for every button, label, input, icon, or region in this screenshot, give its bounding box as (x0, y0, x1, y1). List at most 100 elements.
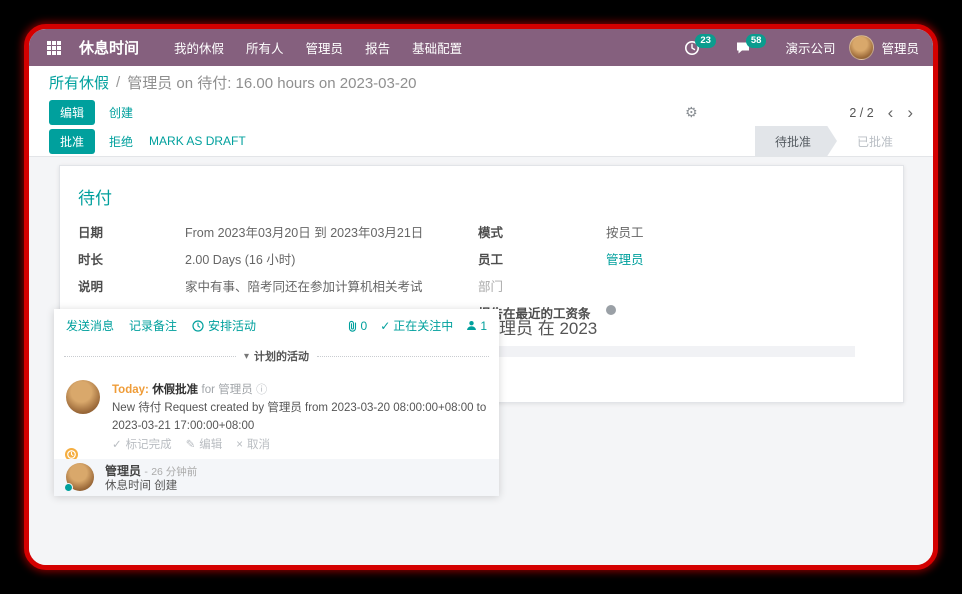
chatter-panel: 发送消息 记录备注 安排活动 0 ✓ (54, 309, 499, 496)
pager-next-icon[interactable]: › (907, 104, 913, 121)
followers-button[interactable]: 1 (466, 319, 487, 333)
cross-icon: × (236, 437, 243, 455)
company-switcher[interactable]: 演示公司 (785, 38, 835, 57)
nav-menu: 我的休假 所有人 管理员 报告 基础配置 (165, 33, 471, 62)
message-count-badge: 58 (746, 34, 767, 48)
breadcrumb-separator: / (116, 74, 120, 91)
field-mode-label: 模式 (478, 222, 606, 241)
field-dates: 日期 From 2023年03月20日 到 2023年03月21日 (78, 222, 438, 241)
info-icon[interactable]: ⓘ (256, 384, 267, 396)
field-dates-value: From 2023年03月20日 到 2023年03月21日 (185, 222, 423, 241)
planned-activities-label: 计划的活动 (254, 348, 309, 364)
field-mode: 模式 按员工 (478, 222, 878, 241)
navbar-right: 23 58 演示公司 管理员 (684, 35, 919, 60)
check-icon: ✓ (112, 437, 122, 455)
content-area: 待付 日期 From 2023年03月20日 到 2023年03月21日 时长 … (29, 157, 933, 565)
activity-summary: New 待付 Request created by 管理员 from 2023-… (112, 400, 487, 436)
messages-button[interactable]: 58 (735, 40, 772, 55)
planned-activities-toggle[interactable]: ▾ 计划的活动 (236, 348, 317, 364)
statusbar: 批准 拒绝 MARK AS DRAFT 待批准 已批准 (29, 126, 933, 157)
field-employee-value[interactable]: 管理员 (606, 249, 644, 268)
schedule-activity-button[interactable]: 安排活动 (192, 317, 256, 334)
field-description-value: 家中有事、陪考同还在参加计算机相关考试 (185, 276, 423, 295)
background-heading: 管理员 在 2023 (482, 314, 597, 339)
mark-as-draft-button[interactable]: MARK AS DRAFT (149, 134, 246, 148)
following-label: 正在关注中 (393, 317, 453, 334)
nav-item-configuration[interactable]: 基础配置 (403, 33, 471, 62)
background-bar (482, 346, 855, 357)
paperclip-icon (347, 320, 358, 332)
pager-counter: 2 / 2 (849, 106, 873, 120)
app-title[interactable]: 休息时间 (79, 37, 139, 58)
apps-grid-icon[interactable] (47, 41, 61, 55)
following-button[interactable]: ✓ 正在关注中 (380, 317, 453, 334)
nav-item-my-leaves[interactable]: 我的休假 (165, 33, 233, 62)
activity-avatar-wrap (66, 380, 102, 455)
activity-item: Today: 休假批准 for 管理员 ⓘ New 待付 Request cre… (54, 364, 499, 455)
field-employee-label: 员工 (478, 249, 606, 268)
log-note-button[interactable]: 记录备注 (129, 317, 177, 334)
person-icon (466, 320, 477, 331)
breadcrumb-current: 管理员 on 待付: 16.00 hours on 2023-03-20 (127, 72, 416, 93)
follower-count: 1 (480, 319, 487, 333)
message-avatar-wrap (66, 463, 96, 492)
mark-done-button[interactable]: ✓ 标记完成 (112, 437, 172, 455)
activity-deadline: Today: (112, 384, 149, 396)
edit-activity-button[interactable]: ✎ 编辑 (186, 437, 223, 455)
clock-icon (192, 320, 204, 332)
field-description-label: 说明 (78, 276, 185, 295)
caret-down-icon: ▾ (244, 351, 249, 362)
nav-item-reports[interactable]: 报告 (356, 33, 399, 62)
message-body: 管理员 - 26 分钟前 休息时间 创建 (105, 463, 197, 492)
user-avatar (849, 35, 874, 60)
activity-avatar (66, 380, 100, 414)
status-stages: 待批准 已批准 (755, 126, 913, 157)
activity-for-label: for (202, 384, 215, 396)
control-row: 编辑 创建 ⚙ 2 / 2 ‹ › (29, 99, 933, 126)
pager-prev-icon[interactable]: ‹ (888, 104, 894, 121)
planned-activities-divider: ▾ 计划的活动 (64, 348, 489, 364)
chatter-toolbar: 发送消息 记录备注 安排活动 0 ✓ (54, 309, 499, 340)
send-message-button[interactable]: 发送消息 (66, 317, 114, 334)
attachments-button[interactable]: 0 (347, 319, 368, 333)
nav-item-everyone[interactable]: 所有人 (237, 33, 293, 62)
activity-actions: ✓ 标记完成 ✎ 编辑 × 取消 (112, 437, 487, 455)
message-timestamp: 26 分钟前 (151, 466, 197, 478)
field-employee: 员工 管理员 (478, 249, 878, 268)
stage-approved[interactable]: 已批准 (837, 126, 913, 157)
breadcrumb-parent-link[interactable]: 所有休假 (49, 72, 109, 93)
attachment-count: 0 (361, 319, 368, 333)
pencil-icon: ✎ (186, 437, 196, 455)
stage-to-approve[interactable]: 待批准 (755, 126, 837, 157)
user-name: 管理员 (881, 38, 919, 57)
activity-count-badge: 23 (695, 34, 716, 48)
record-state-title: 待付 (78, 184, 903, 209)
cancel-activity-button[interactable]: × 取消 (236, 437, 270, 455)
field-description: 说明 家中有事、陪考同还在参加计算机相关考试 (78, 276, 438, 295)
message-time-separator: - (144, 466, 148, 478)
navbar: 休息时间 我的休假 所有人 管理员 报告 基础配置 23 58 演示公司 (29, 29, 933, 66)
field-department: 部门 (478, 276, 878, 295)
field-dates-label: 日期 (78, 222, 185, 241)
field-duration: 时长 2.00 Days (16 小时) (78, 249, 438, 268)
breadcrumb: 所有休假 / 管理员 on 待付: 16.00 hours on 2023-03… (29, 66, 933, 99)
online-status-icon (64, 483, 73, 492)
user-menu[interactable]: 管理员 (849, 35, 919, 60)
activity-type: 休假批准 (152, 384, 198, 396)
field-department-label: 部门 (478, 276, 606, 295)
message-author[interactable]: 管理员 (105, 464, 141, 478)
nav-item-manager[interactable]: 管理员 (297, 33, 353, 62)
statusbar-buttons: 批准 拒绝 MARK AS DRAFT (49, 129, 246, 154)
edit-button[interactable]: 编辑 (49, 100, 95, 125)
activity-body: Today: 休假批准 for 管理员 ⓘ New 待付 Request cre… (112, 380, 487, 455)
form-fields-left: 日期 From 2023年03月20日 到 2023年03月21日 时长 2.0… (78, 222, 438, 303)
create-button[interactable]: 创建 (109, 104, 133, 121)
payslip-toggle[interactable] (606, 305, 616, 315)
field-mode-value: 按员工 (606, 222, 644, 241)
activities-button[interactable]: 23 (684, 40, 721, 56)
approve-button[interactable]: 批准 (49, 129, 95, 154)
gear-icon[interactable]: ⚙ (685, 104, 698, 121)
field-duration-label: 时长 (78, 249, 185, 268)
refuse-button[interactable]: 拒绝 (109, 133, 133, 150)
activity-headline: Today: 休假批准 for 管理员 ⓘ (112, 380, 487, 400)
